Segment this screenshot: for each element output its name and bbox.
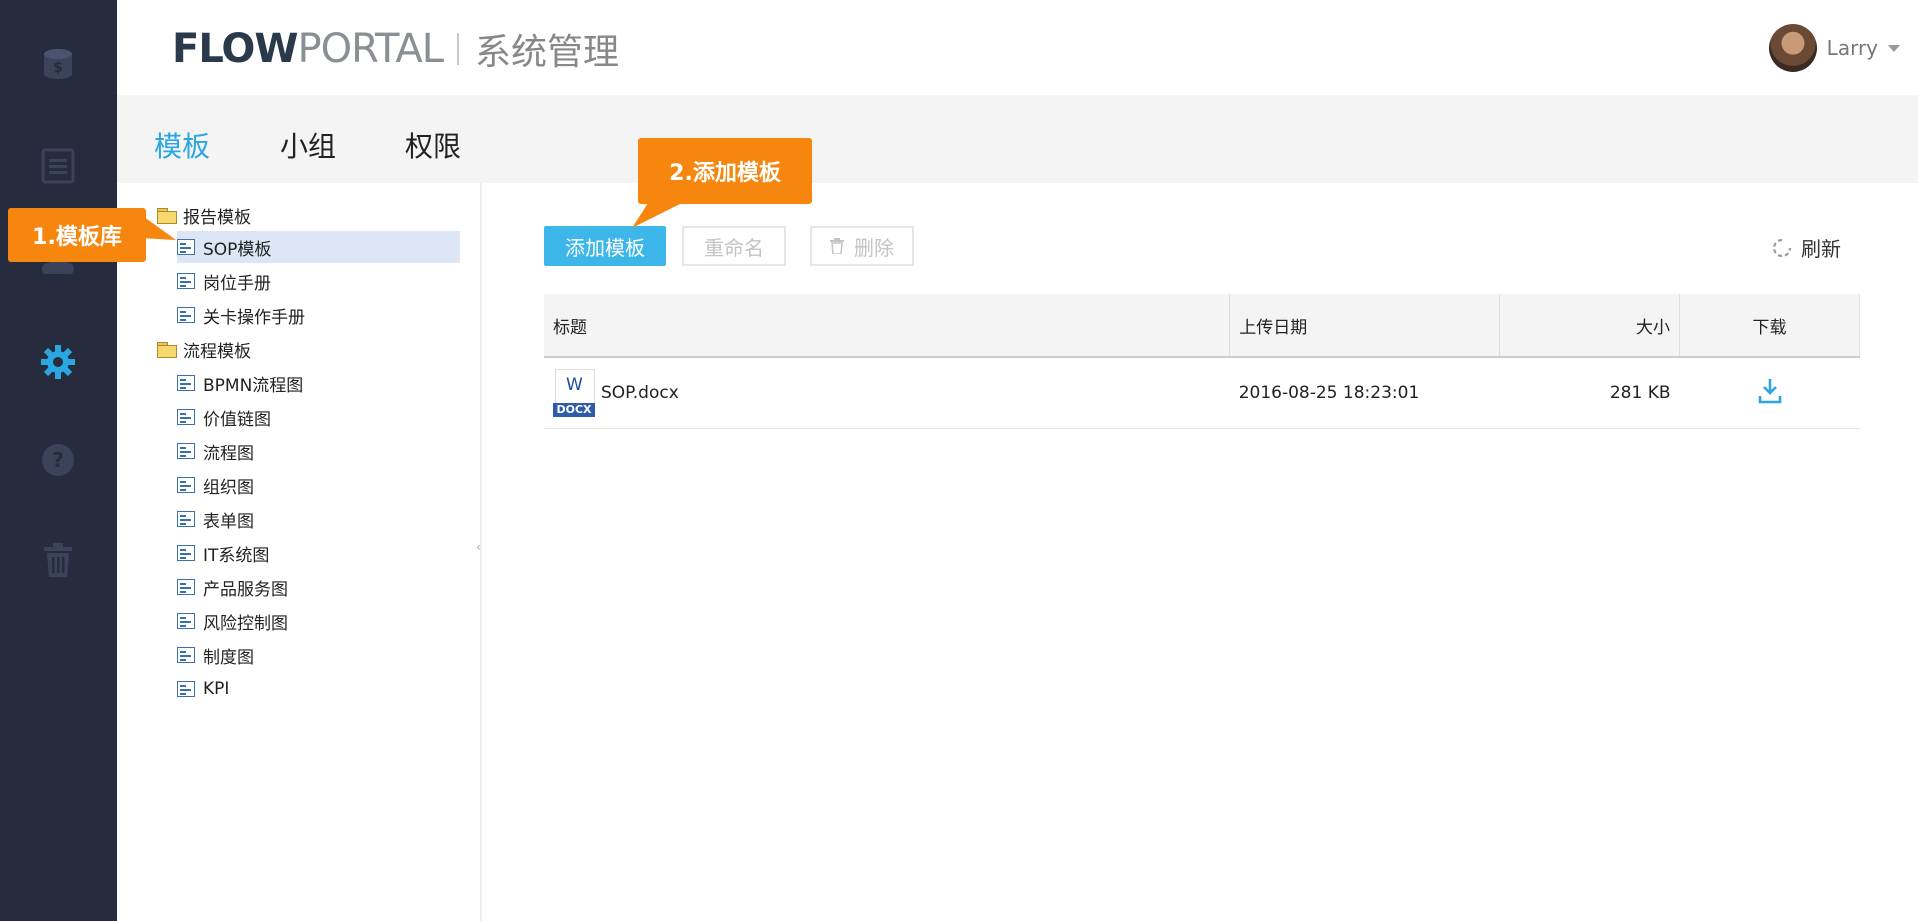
column-download[interactable]: 下载 [1679, 294, 1860, 358]
tree-item-label: SOP模板 [203, 239, 272, 260]
tree-item-label: IT系统图 [203, 545, 270, 566]
template-icon [177, 545, 195, 561]
tree-item-it-system[interactable]: IT系统图 [177, 537, 269, 569]
gear-icon[interactable] [40, 344, 76, 380]
docx-file-icon: W DOCX [553, 369, 595, 417]
tree-item-label: 组织图 [203, 477, 254, 498]
file-name[interactable]: SOP.docx [601, 383, 679, 403]
tree-folder-label: 流程模板 [183, 341, 251, 362]
refresh-button[interactable]: 刷新 [1771, 233, 1841, 262]
tree-item-product-service[interactable]: 产品服务图 [177, 571, 288, 603]
tree-item-label: 价值链图 [203, 409, 271, 430]
coins-icon[interactable]: $ [40, 46, 76, 82]
table-row[interactable]: W DOCX SOP.docx 2016-08-25 18:23:01 281 … [544, 357, 1860, 429]
tree-item-form-chart[interactable]: 表单图 [177, 503, 254, 535]
refresh-label: 刷新 [1801, 237, 1841, 261]
add-template-button[interactable]: 添加模板 [544, 226, 666, 266]
tab-templates[interactable]: 模板 [154, 125, 211, 187]
tree-item-label: KPI [203, 679, 230, 699]
tree-item-label: 表单图 [203, 511, 254, 532]
tree-item-label: 制度图 [203, 647, 254, 668]
logo-flow-text: FLOW [172, 26, 299, 72]
tree-item-policy[interactable]: 制度图 [177, 639, 254, 671]
tree-item-post-manual[interactable]: 岗位手册 [177, 265, 271, 297]
svg-text:$: $ [53, 60, 63, 76]
column-upload-date[interactable]: 上传日期 [1229, 294, 1501, 358]
tree-item-checkpoint-manual[interactable]: 关卡操作手册 [177, 299, 305, 331]
collapse-handle-icon[interactable]: ‹ [476, 540, 481, 554]
column-size[interactable]: 大小 [1499, 294, 1681, 358]
tree-item-value-chain[interactable]: 价值链图 [177, 401, 271, 433]
list-icon[interactable] [40, 148, 76, 184]
tree-item-sop[interactable]: SOP模板 [177, 231, 460, 263]
template-icon [177, 477, 195, 493]
svg-text:?: ? [52, 448, 64, 472]
template-icon [177, 647, 195, 663]
tree-item-label: 风险控制图 [203, 613, 288, 634]
logo-separator [456, 33, 459, 65]
tree-item-org-chart[interactable]: 组织图 [177, 469, 254, 501]
template-icon [177, 375, 195, 391]
refresh-icon [1772, 238, 1792, 257]
rename-button[interactable]: 重命名 [682, 226, 786, 266]
tree-item-label: BPMN流程图 [203, 375, 304, 396]
user-name: Larry [1826, 36, 1878, 60]
page-title: 系统管理 [474, 32, 619, 73]
help-icon[interactable]: ? [40, 442, 76, 478]
cell-upload-date: 2016-08-25 18:23:01 [1229, 357, 1500, 429]
avatar [1768, 24, 1817, 72]
tree-folder-process[interactable]: 流程模板 [157, 333, 251, 365]
logo-portal-text: PORTAL [297, 26, 444, 72]
template-icon [177, 409, 195, 425]
tree-item-flowchart[interactable]: 流程图 [177, 435, 254, 467]
tab-bar: 模板 小组 权限 [117, 95, 1918, 187]
tab-permissions[interactable]: 权限 [405, 125, 461, 183]
delete-button[interactable]: 删除 [810, 226, 914, 266]
logo: FLOW PORTAL 系统管理 [172, 24, 619, 74]
delete-label: 删除 [854, 235, 894, 260]
template-icon [177, 443, 195, 459]
template-icon [177, 613, 195, 629]
download-icon[interactable] [1758, 378, 1782, 404]
tab-groups[interactable]: 小组 [280, 125, 336, 183]
callout-add-template: 2.添加模板 [638, 138, 812, 204]
user-menu[interactable]: Larry [1768, 24, 1900, 72]
chevron-down-icon [1888, 44, 1900, 52]
trash-icon[interactable] [40, 542, 76, 578]
header: FLOW PORTAL 系统管理 Larry [117, 0, 1918, 95]
callout-add-pointer [632, 200, 688, 228]
template-icon [177, 511, 195, 527]
tree-item-label: 关卡操作手册 [203, 307, 305, 328]
template-icon [177, 681, 195, 697]
tree-item-label: 流程图 [203, 443, 254, 464]
column-title[interactable]: 标题 [544, 294, 1231, 358]
cell-download [1679, 357, 1860, 429]
tree-item-label: 产品服务图 [203, 579, 288, 600]
template-table: 标题 上传日期 大小 下载 W DOCX SOP.docx 2016-08-25… [544, 294, 1860, 429]
callout-library-pointer [140, 214, 176, 240]
folder-icon [157, 341, 177, 358]
tree-item-bpmn[interactable]: BPMN流程图 [177, 367, 303, 399]
cell-size: 281 KB [1499, 357, 1680, 429]
template-tree: 报告模板 SOP模板 岗位手册 关卡操作手册 流程模板 BPMN流程图 价值链图… [117, 183, 480, 921]
cell-title: W DOCX SOP.docx [544, 357, 1230, 429]
template-icon [177, 307, 195, 323]
tree-folder-label: 报告模板 [183, 207, 251, 228]
template-icon [177, 579, 195, 595]
side-rail: $ ? [0, 0, 117, 921]
table-header-row: 标题 上传日期 大小 下载 [544, 294, 1860, 358]
tree-item-risk-control[interactable]: 风险控制图 [177, 605, 288, 637]
callout-template-library: 1.模板库 [8, 208, 146, 262]
tree-item-kpi[interactable]: KPI [177, 673, 229, 705]
tree-item-label: 岗位手册 [203, 273, 271, 294]
template-icon [177, 273, 195, 289]
trash-icon [830, 238, 844, 254]
main-panel: 添加模板 重命名 删除 刷新 标题 上传日期 大小 下载 W DOCX SOP.… [482, 183, 1918, 921]
